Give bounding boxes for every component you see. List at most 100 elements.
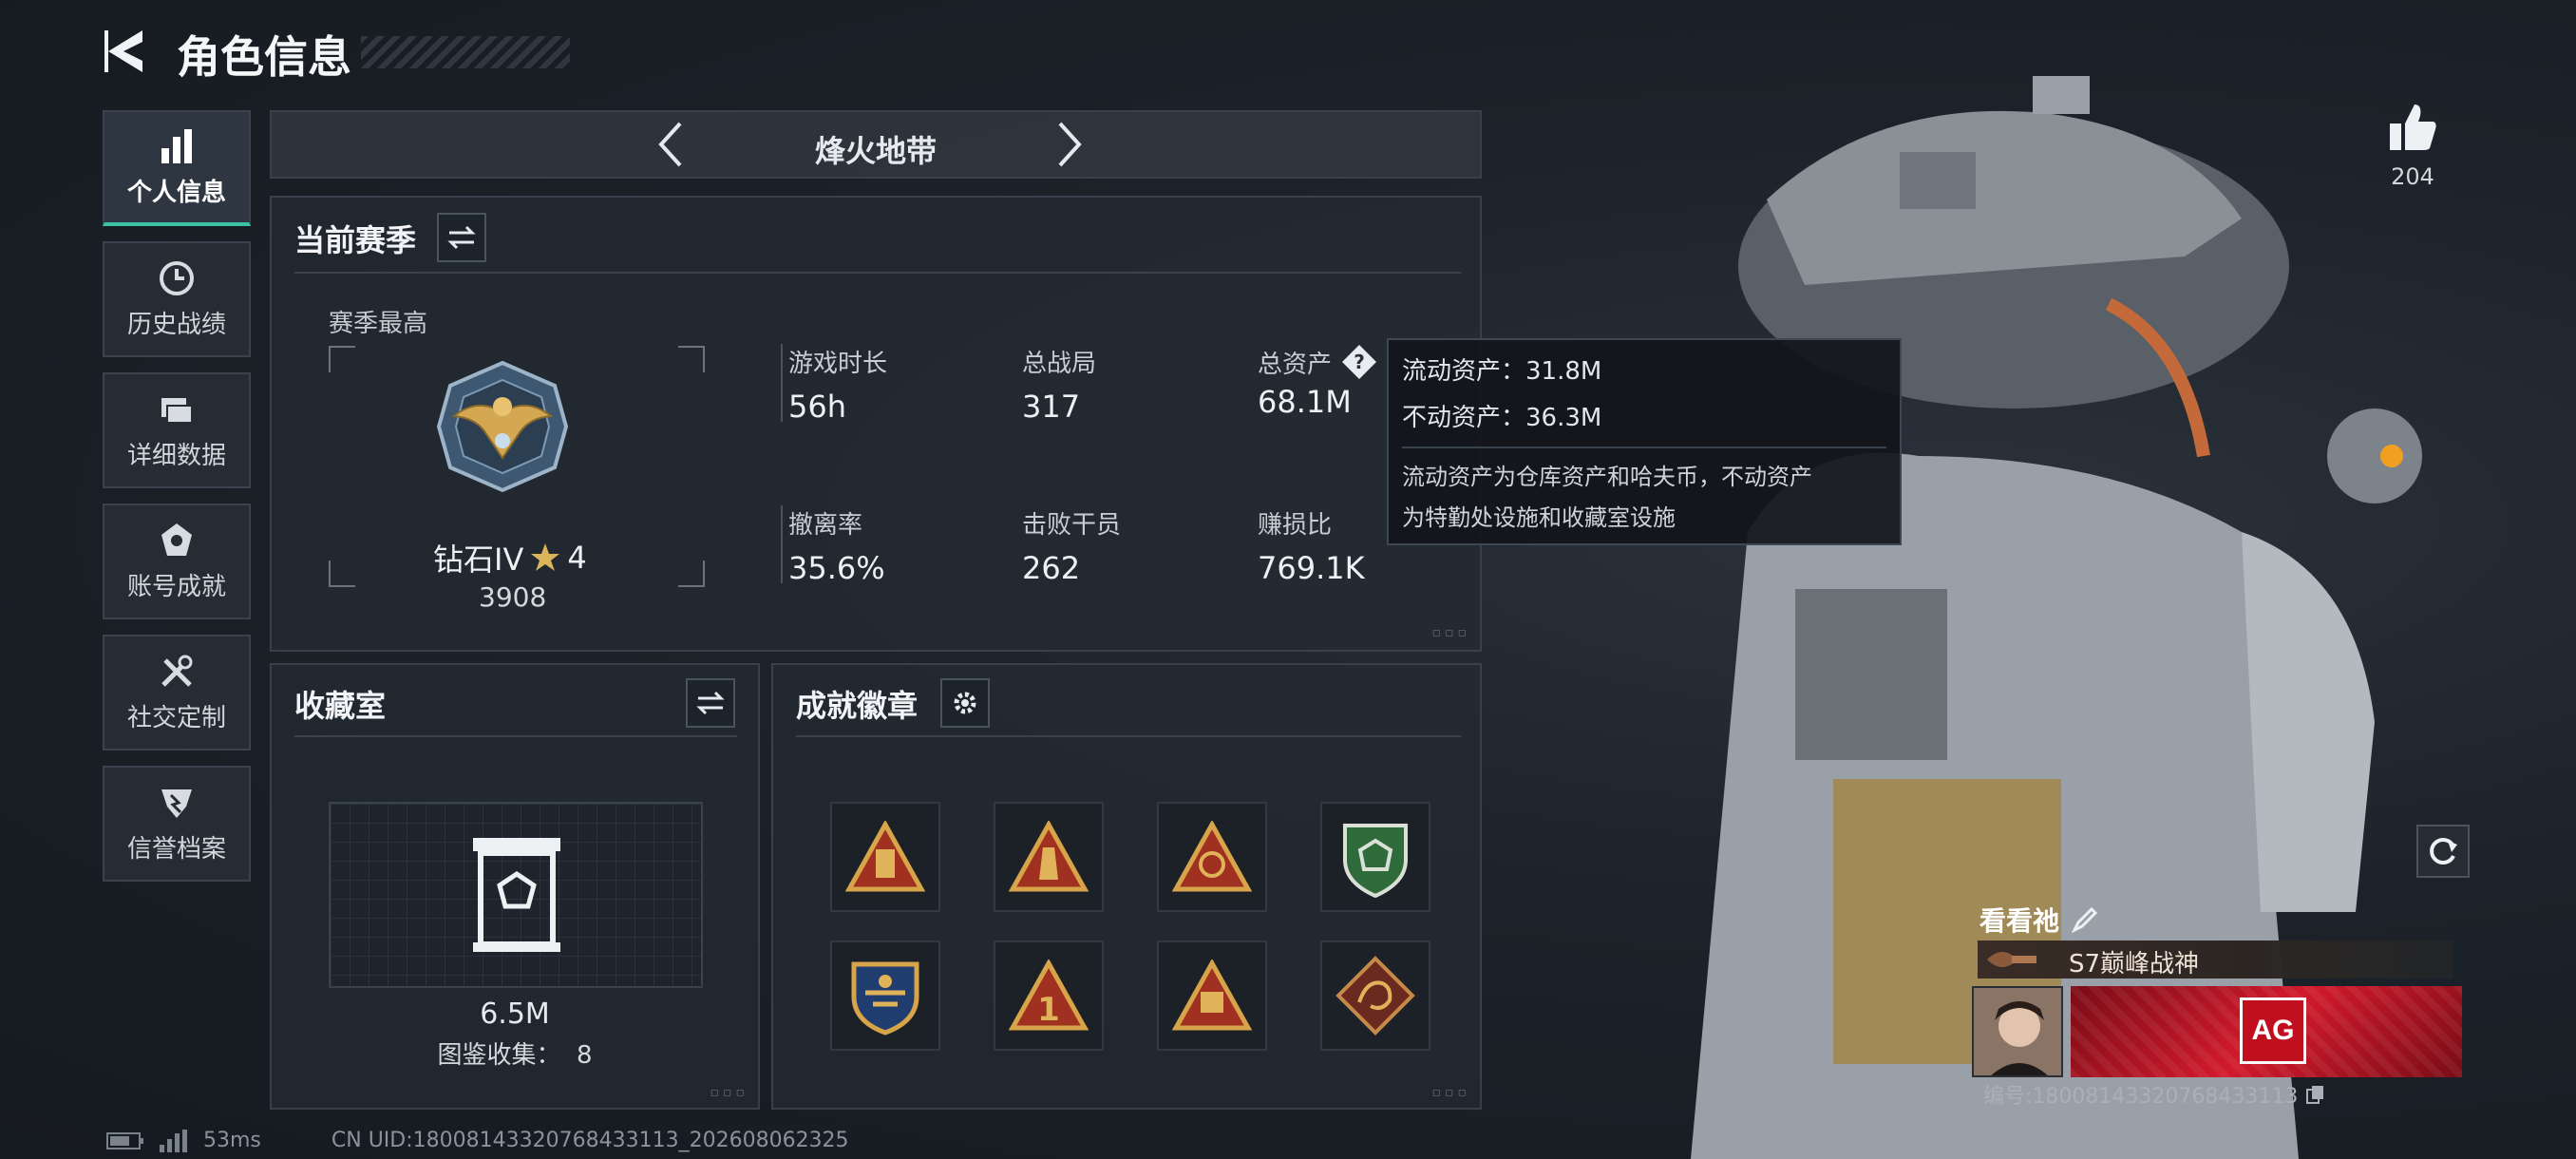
achievement-badge[interactable] bbox=[1157, 802, 1267, 912]
sidebar-item-social-custom[interactable]: 社交定制 bbox=[103, 635, 251, 750]
achievement-badge[interactable] bbox=[1157, 940, 1267, 1051]
stat-label: 击败干员 bbox=[1022, 511, 1122, 540]
like-button[interactable]: 204 bbox=[2375, 101, 2451, 205]
achievement-badge[interactable] bbox=[1320, 802, 1430, 912]
tooltip-liquid-assets: 流动资产：31.8M bbox=[1402, 357, 1602, 386]
sidebar-item-achievements[interactable]: 账号成就 bbox=[103, 504, 251, 619]
divider bbox=[796, 735, 1461, 737]
stat-profit-ratio: 赚损比 769.1K bbox=[1252, 505, 1365, 586]
page-title: 角色信息 bbox=[177, 31, 351, 83]
stat-value: 317 bbox=[1022, 389, 1081, 425]
tower-triangle-badge-icon bbox=[1009, 821, 1089, 892]
rank-score: 3908 bbox=[479, 581, 547, 613]
tooltip-fixed-assets: 不动资产：36.3M bbox=[1402, 404, 1602, 432]
sidebar-item-personal-info[interactable]: 个人信息 bbox=[103, 110, 251, 226]
ping-text: 53ms bbox=[203, 1129, 261, 1152]
achievement-badge[interactable] bbox=[1320, 940, 1430, 1051]
stat-value: 56h bbox=[788, 389, 846, 425]
sidebar-item-reputation[interactable]: 信誉档案 bbox=[103, 766, 251, 882]
rank-emblem bbox=[435, 359, 570, 494]
58-triangle-badge-icon bbox=[1172, 960, 1252, 1031]
team-logo-text: AG bbox=[2251, 1015, 2295, 1046]
sidebar-item-label: 详细数据 bbox=[126, 441, 226, 470]
swap-icon bbox=[447, 225, 476, 250]
achievement-badge[interactable] bbox=[830, 802, 940, 912]
divider bbox=[294, 272, 1461, 274]
stat-play-time: 游戏时长 56h bbox=[781, 344, 887, 425]
season-title: 当前赛季 bbox=[294, 222, 417, 258]
stat-value: 769.1K bbox=[1258, 550, 1365, 586]
panel-corner-marks: ▫▫▫ bbox=[1431, 625, 1470, 640]
collection-title: 收藏室 bbox=[294, 688, 387, 724]
help-diamond-icon[interactable]: ? bbox=[1341, 344, 1377, 380]
stat-value: 68.1M bbox=[1258, 384, 1352, 420]
rank-name-row: 钻石IV 4 bbox=[433, 536, 587, 580]
season-switch-button[interactable] bbox=[437, 213, 486, 262]
achievement-badge[interactable] bbox=[830, 940, 940, 1051]
eye-triangle-badge-icon bbox=[1172, 821, 1252, 892]
sidebar-item-label: 账号成就 bbox=[126, 572, 226, 601]
number-one-badge-icon: 1 bbox=[1009, 960, 1089, 1031]
like-count: 204 bbox=[2391, 163, 2434, 190]
player-avatar[interactable] bbox=[1972, 986, 2063, 1077]
team-logo: AG bbox=[2240, 998, 2306, 1064]
tooltip-description-line1: 流动资产为仓库资产和哈夫币，不动资产 bbox=[1402, 464, 1812, 490]
refresh-icon bbox=[2430, 838, 2457, 864]
assets-tooltip: 流动资产：31.8M 不动资产：36.3M 流动资产为仓库资产和哈夫币，不动资产… bbox=[1387, 338, 1902, 545]
bar-chart-icon bbox=[161, 128, 192, 163]
tooltip-description-line2: 为特勤处设施和收藏室设施 bbox=[1402, 504, 1676, 531]
sidebar-item-label: 信誉档案 bbox=[126, 834, 226, 864]
frame-corner bbox=[678, 346, 705, 372]
team-banner: AG bbox=[2071, 986, 2462, 1077]
rank-stars: 4 bbox=[567, 540, 587, 576]
shield-icon bbox=[161, 788, 192, 818]
sidebar-item-detailed-data[interactable]: 详细数据 bbox=[103, 372, 251, 488]
medal-icon bbox=[161, 522, 192, 556]
season-panel: 当前赛季 赛季最高 钻石IV 4 3908 游戏时长 56h 总战局 317 总… bbox=[270, 196, 1482, 652]
gold-triangle-badge-icon bbox=[845, 821, 925, 892]
gear-icon bbox=[954, 692, 976, 714]
achievements-settings-button[interactable] bbox=[940, 678, 990, 728]
folder-icon bbox=[161, 397, 193, 424]
stat-label: 撤离率 bbox=[788, 511, 863, 540]
svg-text:?: ? bbox=[1354, 351, 1365, 373]
star-icon bbox=[531, 543, 560, 571]
edit-pencil-icon[interactable] bbox=[2071, 905, 2099, 934]
collection-switch-button[interactable] bbox=[686, 678, 735, 728]
achievement-badge[interactable]: 1 bbox=[994, 940, 1104, 1051]
sidebar-item-label: 个人信息 bbox=[126, 178, 226, 207]
title-emblem-icon bbox=[1987, 952, 2036, 967]
thumbs-up-icon bbox=[2390, 104, 2436, 150]
clock-icon bbox=[160, 260, 194, 295]
frame-corner bbox=[329, 560, 355, 587]
signal-icon bbox=[160, 1129, 187, 1152]
collection-vault-icon bbox=[473, 838, 560, 952]
stat-label: 赚损比 bbox=[1258, 511, 1333, 540]
player-card: 看看祂 S7巅峰战神 AG 编号:18008143320768433113 bbox=[1972, 901, 2466, 1109]
next-mode-button[interactable] bbox=[1051, 116, 1108, 173]
mode-title: 烽火地带 bbox=[814, 133, 937, 169]
rank-name: 钻石IV bbox=[433, 542, 524, 578]
diamond-rank-eagle-icon bbox=[436, 360, 569, 493]
uid-text: CN UID:18008143320768433113_202608062325 bbox=[331, 1129, 849, 1152]
green-shield-badge-icon bbox=[1343, 824, 1408, 898]
panel-corner-marks: ▫▫▫ bbox=[710, 1085, 748, 1100]
achievements-title: 成就徽章 bbox=[796, 688, 919, 724]
chevron-right-icon bbox=[1058, 122, 1082, 167]
collection-catalog: 图鉴收集： 8 bbox=[437, 1041, 593, 1070]
panel-corner-marks: ▫▫▫ bbox=[1431, 1085, 1470, 1100]
achievement-badge[interactable] bbox=[994, 802, 1104, 912]
sidebar-item-history[interactable]: 历史战绩 bbox=[103, 241, 251, 357]
back-button[interactable] bbox=[103, 27, 169, 80]
season-peak-label: 赛季最高 bbox=[329, 310, 428, 338]
svg-text:1: 1 bbox=[1037, 991, 1060, 1029]
copy-icon[interactable] bbox=[2305, 1084, 2326, 1105]
sidebar-item-label: 社交定制 bbox=[126, 703, 226, 732]
collection-preview[interactable] bbox=[329, 802, 703, 988]
rotate-model-button[interactable] bbox=[2416, 825, 2470, 878]
player-title: S7巅峰战神 bbox=[2069, 950, 2200, 978]
frame-corner bbox=[329, 346, 355, 372]
frame-corner bbox=[678, 560, 705, 587]
sidebar-item-label: 历史战绩 bbox=[126, 310, 226, 339]
back-arrow-icon bbox=[104, 30, 142, 72]
